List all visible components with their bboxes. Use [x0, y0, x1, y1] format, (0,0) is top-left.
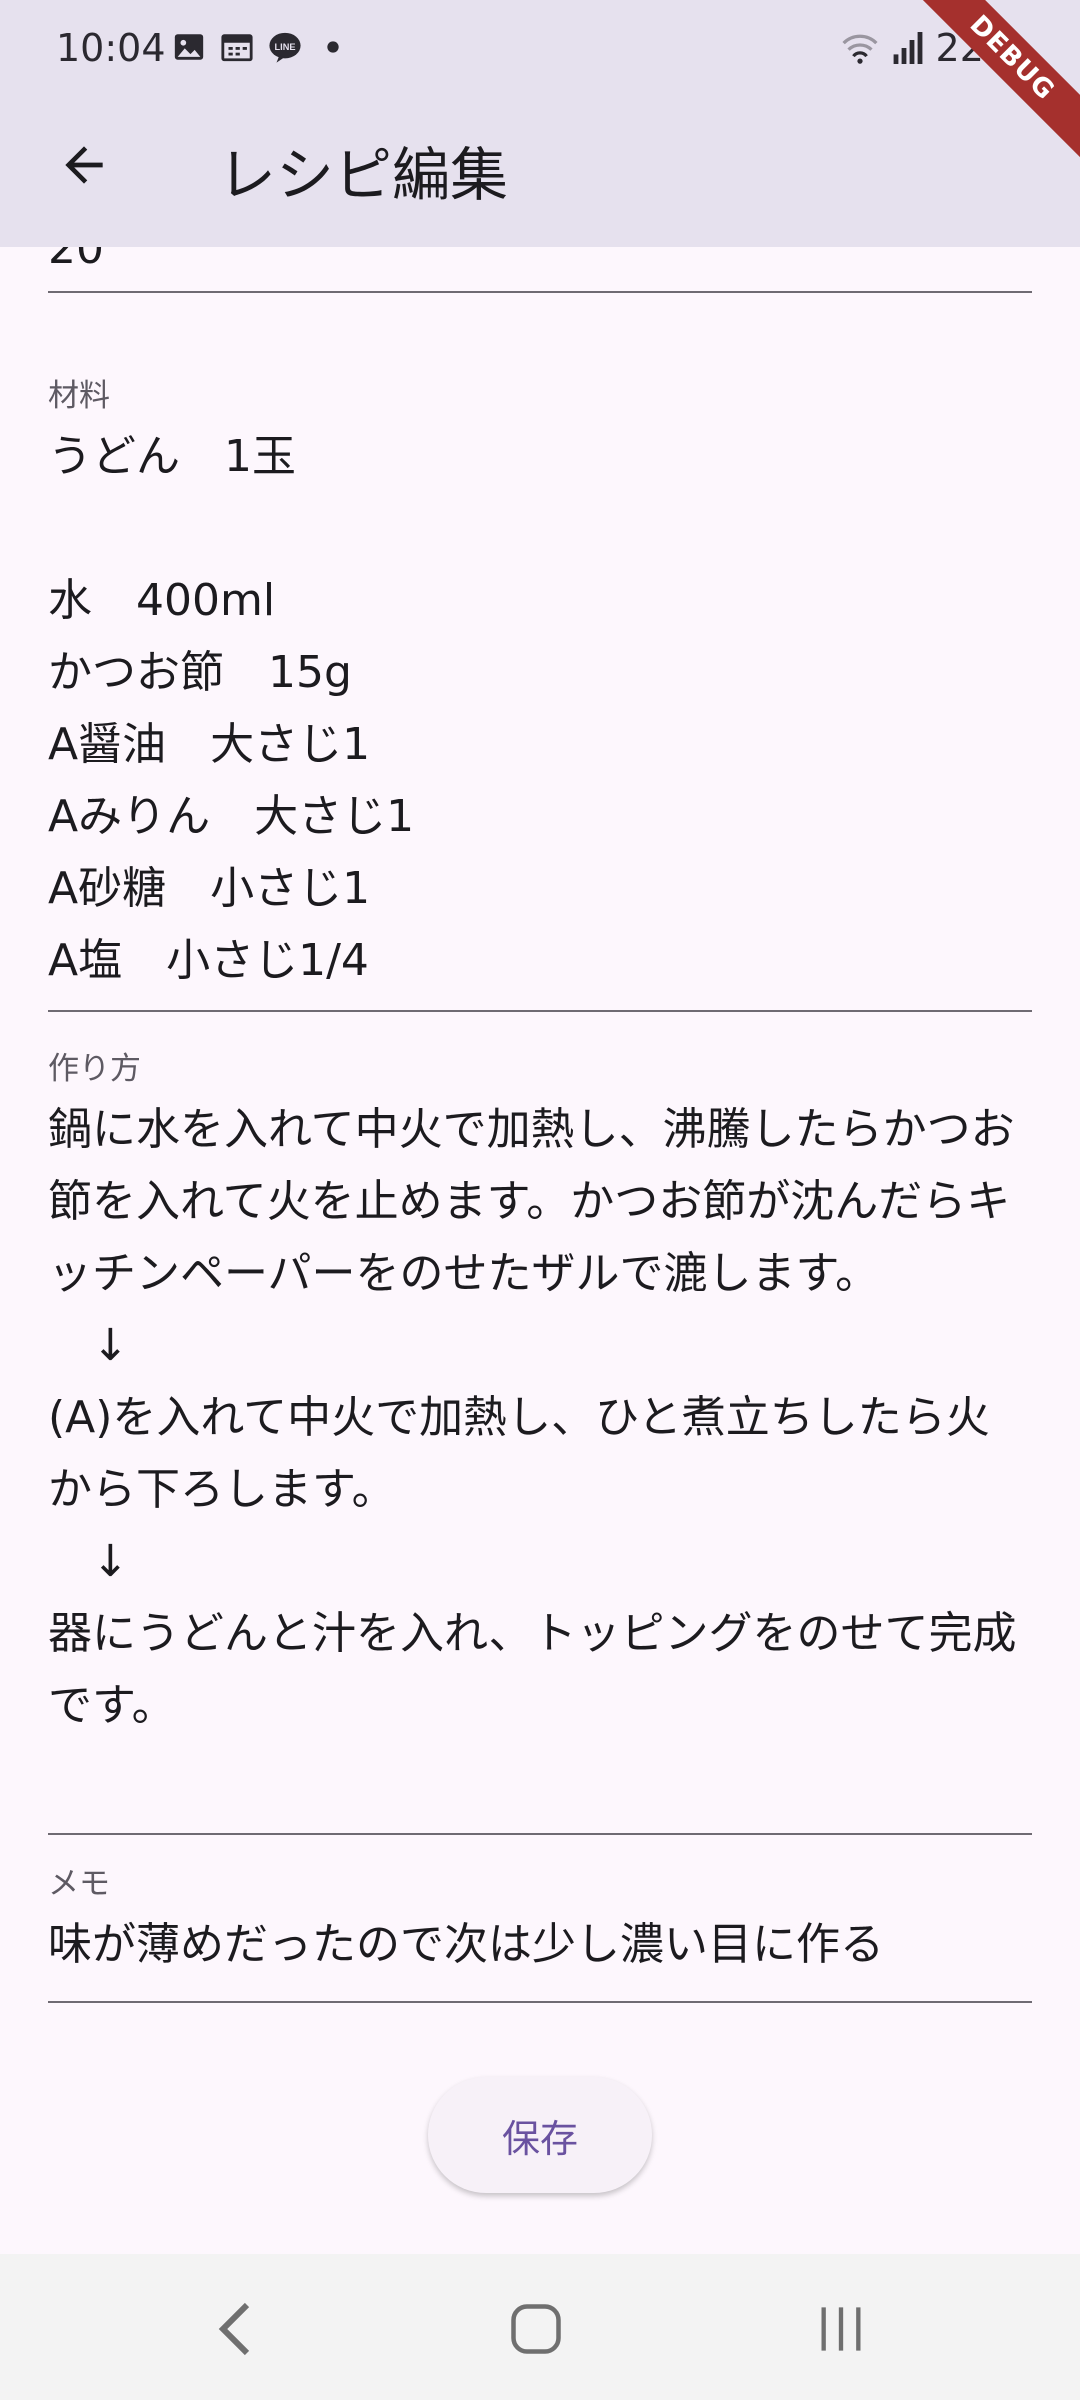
memo-label: メモ: [48, 1866, 110, 1902]
wifi-icon: [841, 34, 878, 64]
ingredients-field[interactable]: 材料 うどん 1玉 水 400ml かつお節 15g A醤油 大さじ1 Aみりん…: [48, 370, 1032, 1012]
status-time: 10:04: [56, 26, 166, 70]
home-square-icon: [511, 2304, 561, 2354]
nav-home-button[interactable]: [491, 2284, 581, 2374]
instructions-label: 作り方: [48, 1051, 141, 1087]
recents-icon: [821, 2307, 861, 2351]
app-bar: 10:04 LINE 22% DEBUG レシピ編集: [0, 0, 1080, 247]
back-button[interactable]: [44, 125, 124, 205]
memo-input[interactable]: 味が薄めだったので次は少し濃い目に作る: [48, 1909, 1032, 1981]
save-button[interactable]: 保存: [428, 2077, 652, 2193]
instructions-field[interactable]: 作り方 鍋に水を入れて中火で加熱し、沸騰したらかつお節を入れて火を止めます。かつ…: [48, 1043, 1032, 1835]
system-nav-bar: [0, 2254, 1080, 2400]
dot-icon: [327, 41, 339, 53]
recipe-form[interactable]: 20 材料 うどん 1玉 水 400ml かつお節 15g A醤油 大さじ1 A…: [0, 247, 1080, 2192]
nav-back-button[interactable]: [190, 2284, 280, 2374]
instructions-input[interactable]: 鍋に水を入れて中火で加熱し、沸騰したらかつお節を入れて火を止めます。かつお節が沈…: [48, 1094, 1032, 1742]
page-title: レシピ編集: [218, 141, 509, 209]
signal-icon: [893, 32, 922, 64]
clipped-field[interactable]: 20: [48, 247, 1032, 293]
calendar-icon: [221, 34, 253, 62]
arrow-back-icon: [65, 146, 103, 184]
svg-text:LINE: LINE: [275, 42, 296, 52]
nav-recents-button[interactable]: [796, 2284, 886, 2374]
status-bar: 10:04 LINE 22%: [0, 0, 1080, 100]
chevron-left-icon: [218, 2302, 250, 2356]
ingredients-input[interactable]: うどん 1玉 水 400ml かつお節 15g A醤油 大さじ1 Aみりん 大さ…: [48, 421, 1032, 997]
clipped-field-value: 20: [48, 247, 104, 274]
memo-field[interactable]: メモ 味が薄めだったので次は少し濃い目に作る: [48, 1858, 1032, 2003]
image-icon: [174, 34, 204, 60]
line-app-icon: LINE: [269, 32, 301, 63]
ingredients-label: 材料: [48, 378, 110, 414]
notification-icons: LINE: [172, 30, 350, 64]
